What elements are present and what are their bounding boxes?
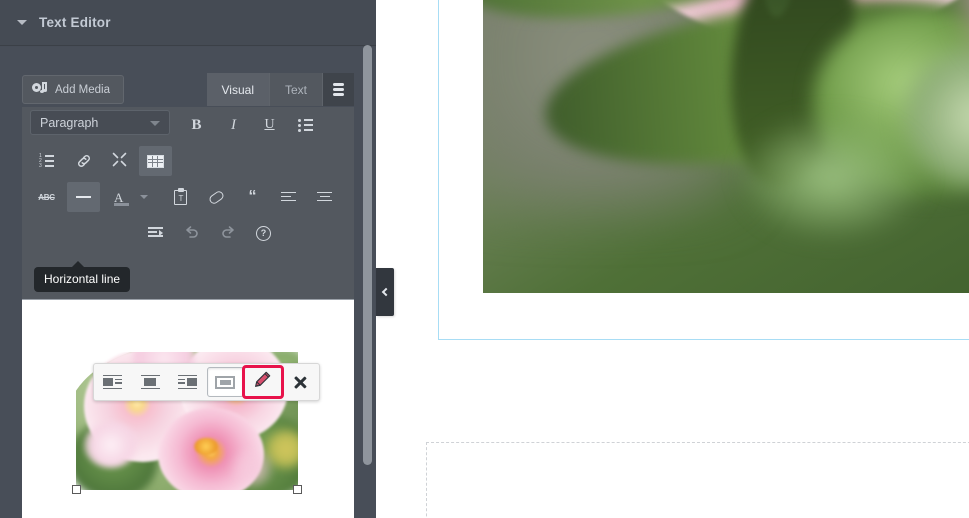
- table-button[interactable]: [139, 146, 172, 176]
- panel-scrollbar[interactable]: [363, 0, 372, 518]
- table-icon: [147, 154, 164, 168]
- wordpress-elementor-editor: Text Editor Add Media Visual Text Paragr…: [0, 0, 969, 518]
- editor-mode-tabs: Visual Text: [206, 73, 354, 106]
- remove-image-button[interactable]: [282, 367, 320, 397]
- chevron-down-icon: [140, 195, 148, 199]
- paragraph-format-select[interactable]: Paragraph: [30, 110, 170, 135]
- image-align-none-button[interactable]: [206, 367, 245, 397]
- panel-collapse-handle[interactable]: [376, 268, 394, 316]
- image-align-right-icon: [178, 374, 198, 390]
- image-format-toolbar: [93, 363, 320, 401]
- resize-handle-bottom-left[interactable]: [72, 485, 81, 494]
- tooltip-text: Horizontal line: [44, 272, 121, 286]
- chevron-left-icon: [381, 287, 391, 297]
- strikethrough-button[interactable]: ABC: [30, 182, 63, 212]
- image-align-right-button[interactable]: [169, 367, 207, 397]
- tab-visual[interactable]: Visual: [206, 73, 270, 106]
- tab-code-stack[interactable]: [323, 73, 354, 106]
- align-center-icon: [317, 191, 332, 203]
- text-color-icon: A: [114, 189, 129, 206]
- align-left-icon: [281, 191, 296, 203]
- horizontal-line-icon: [76, 196, 91, 198]
- tab-text[interactable]: Text: [270, 73, 323, 106]
- paste-text-icon: T: [174, 187, 187, 205]
- numbered-list-icon: 1 2 3: [39, 154, 54, 169]
- italic-button[interactable]: I: [217, 110, 250, 140]
- eraser-icon: [207, 189, 226, 205]
- panel-header[interactable]: Text Editor: [0, 0, 376, 46]
- placeholder-dashed-section[interactable]: [426, 442, 969, 518]
- add-media-label: Add Media: [55, 83, 110, 96]
- horizontal-line-button[interactable]: [67, 182, 100, 212]
- read-more-button[interactable]: [103, 146, 136, 176]
- toolbar-row-1: Paragraph B I U: [22, 107, 354, 143]
- peony-closeup-artwork: [483, 0, 969, 293]
- image-align-left-button[interactable]: [94, 367, 132, 397]
- image-align-none-icon: [215, 375, 236, 389]
- blockquote-button[interactable]: “: [236, 182, 269, 212]
- link-icon: [76, 153, 92, 169]
- paragraph-format-value: Paragraph: [40, 115, 99, 130]
- undo-button[interactable]: [175, 218, 208, 248]
- page-canvas: [376, 0, 969, 518]
- media-row: Add Media Visual Text: [22, 73, 354, 109]
- image-align-center-icon: [140, 374, 160, 390]
- editor-content-area[interactable]: [22, 299, 354, 518]
- clear-formatting-button[interactable]: [200, 182, 233, 212]
- indent-button[interactable]: [139, 218, 172, 248]
- selected-image-wrapper[interactable]: [72, 352, 320, 494]
- toolbar-row-4: ?: [22, 215, 354, 251]
- image-align-left-icon: [103, 374, 123, 390]
- undo-icon: [184, 225, 200, 242]
- underline-button[interactable]: U: [253, 110, 286, 140]
- help-button[interactable]: ?: [247, 218, 280, 248]
- stack-icon: [333, 83, 344, 96]
- read-more-icon: [112, 152, 127, 170]
- paste-as-text-button[interactable]: T: [164, 182, 197, 212]
- quote-icon: “: [248, 188, 257, 205]
- resize-handle-bottom-right[interactable]: [293, 485, 302, 494]
- tooltip-arrow: [72, 261, 84, 267]
- widget-body: Add Media Visual Text Paragraph B I U 1 …: [0, 47, 376, 518]
- redo-button[interactable]: [211, 218, 244, 248]
- editor-side-panel: Text Editor Add Media Visual Text Paragr…: [0, 0, 376, 518]
- align-left-button[interactable]: [272, 182, 305, 212]
- pencil-icon: [253, 370, 272, 394]
- insert-link-button[interactable]: [67, 146, 100, 176]
- preview-image[interactable]: [483, 0, 969, 293]
- close-icon: [293, 375, 308, 390]
- text-color-dropdown[interactable]: [134, 182, 154, 212]
- toolbar-row-3: ABC A T “: [22, 179, 354, 215]
- media-icon: [32, 82, 47, 97]
- page-title: Text Editor: [39, 15, 111, 30]
- image-align-center-button[interactable]: [132, 367, 170, 397]
- help-icon: ?: [256, 225, 271, 241]
- scrollbar-thumb[interactable]: [363, 45, 372, 465]
- indent-icon: [148, 227, 163, 239]
- toolbar-row-2: 1 2 3: [22, 143, 354, 179]
- edit-image-button[interactable]: [242, 365, 284, 399]
- redo-icon: [220, 225, 236, 242]
- tooltip: Horizontal line: [34, 261, 131, 292]
- numbered-list-button[interactable]: 1 2 3: [30, 146, 63, 176]
- caret-down-icon[interactable]: [17, 20, 27, 25]
- add-media-button[interactable]: Add Media: [22, 75, 124, 104]
- list-icon: [298, 119, 313, 132]
- bold-button[interactable]: B: [180, 110, 213, 140]
- align-center-button[interactable]: [308, 182, 341, 212]
- bulleted-list-button[interactable]: [289, 110, 322, 140]
- preview-image-section[interactable]: [438, 0, 969, 340]
- abc-strike-icon: ABC: [38, 192, 55, 202]
- chevron-down-icon: [150, 121, 160, 126]
